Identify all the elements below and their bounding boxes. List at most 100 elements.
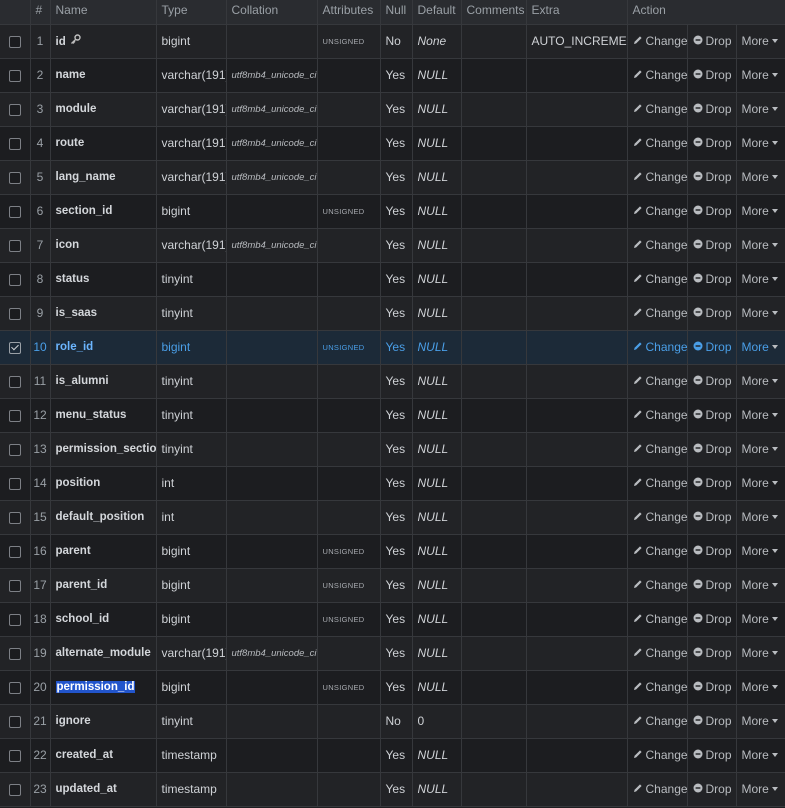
row-checkbox[interactable] (8, 103, 21, 116)
row-checkbox-cell[interactable] (0, 772, 31, 807)
row-checkbox-cell[interactable] (0, 636, 31, 671)
drop-button[interactable]: Drop (693, 714, 732, 728)
row-checkbox[interactable] (8, 477, 21, 490)
more-button[interactable]: More (742, 544, 778, 558)
row-checkbox[interactable] (8, 137, 21, 150)
row-checkbox[interactable] (8, 273, 21, 286)
header-default[interactable]: Default (412, 0, 462, 25)
row-checkbox[interactable] (8, 409, 21, 422)
drop-button[interactable]: Drop (693, 374, 732, 388)
drop-button[interactable]: Drop (693, 102, 732, 116)
header-extra[interactable]: Extra (526, 0, 628, 25)
more-button[interactable]: More (742, 612, 778, 626)
row-checkbox[interactable] (8, 579, 21, 592)
more-button[interactable]: More (742, 748, 778, 762)
drop-button[interactable]: Drop (693, 136, 732, 150)
row-checkbox[interactable] (8, 69, 21, 82)
drop-button[interactable]: Drop (693, 748, 732, 762)
drop-button[interactable]: Drop (693, 578, 732, 592)
drop-button[interactable]: Drop (693, 544, 732, 558)
table-row[interactable]: 9 is_saas tinyint Yes NULL Change Drop M… (0, 296, 785, 331)
more-button[interactable]: More (742, 306, 778, 320)
row-checkbox[interactable] (8, 375, 21, 388)
drop-button[interactable]: Drop (693, 306, 732, 320)
table-row[interactable]: 2 name varchar(191) utf8mb4_unicode_ci Y… (0, 58, 785, 93)
table-row[interactable]: 23 updated_at timestamp Yes NULL Change … (0, 772, 785, 807)
table-row[interactable]: 14 position int Yes NULL Change Drop Mor… (0, 466, 785, 501)
change-button[interactable]: Change (633, 442, 686, 456)
row-checkbox-cell[interactable] (0, 738, 31, 773)
change-button[interactable]: Change (633, 578, 686, 592)
row-checkbox[interactable] (8, 715, 21, 728)
drop-button[interactable]: Drop (693, 646, 732, 660)
drop-button[interactable]: Drop (693, 612, 732, 626)
row-checkbox-cell[interactable] (0, 58, 31, 93)
change-button[interactable]: Change (633, 680, 686, 694)
row-checkbox[interactable] (8, 35, 21, 48)
header-collation[interactable]: Collation (226, 0, 318, 25)
row-checkbox-cell[interactable] (0, 92, 31, 127)
header-comments[interactable]: Comments (461, 0, 527, 25)
table-row[interactable]: 19 alternate_module varchar(191) utf8mb4… (0, 636, 785, 671)
drop-button[interactable]: Drop (693, 442, 732, 456)
drop-button[interactable]: Drop (693, 272, 732, 286)
row-checkbox[interactable] (8, 749, 21, 762)
drop-button[interactable]: Drop (693, 340, 732, 354)
drop-button[interactable]: Drop (693, 782, 732, 796)
more-button[interactable]: More (742, 34, 778, 48)
row-checkbox-cell[interactable] (0, 364, 31, 399)
table-row[interactable]: 4 route varchar(191) utf8mb4_unicode_ci … (0, 126, 785, 161)
drop-button[interactable]: Drop (693, 170, 732, 184)
change-button[interactable]: Change (633, 34, 686, 48)
more-button[interactable]: More (742, 714, 778, 728)
more-button[interactable]: More (742, 442, 778, 456)
change-button[interactable]: Change (633, 102, 686, 116)
more-button[interactable]: More (742, 204, 778, 218)
table-row[interactable]: 18 school_id bigint UNSIGNED Yes NULL Ch… (0, 602, 785, 637)
change-button[interactable]: Change (633, 748, 686, 762)
row-checkbox-cell[interactable] (0, 194, 31, 229)
table-row[interactable]: 7 icon varchar(191) utf8mb4_unicode_ci Y… (0, 228, 785, 263)
change-button[interactable]: Change (633, 272, 686, 286)
more-button[interactable]: More (742, 238, 778, 252)
table-row[interactable]: 6 section_id bigint UNSIGNED Yes NULL Ch… (0, 194, 785, 229)
change-button[interactable]: Change (633, 714, 686, 728)
row-checkbox-cell[interactable] (0, 24, 31, 59)
more-button[interactable]: More (742, 782, 778, 796)
drop-button[interactable]: Drop (693, 238, 732, 252)
change-button[interactable]: Change (633, 340, 686, 354)
header-attributes[interactable]: Attributes (317, 0, 381, 25)
table-row[interactable]: 10 role_id bigint UNSIGNED Yes NULL Chan… (0, 330, 785, 365)
row-checkbox-cell[interactable] (0, 262, 31, 297)
change-button[interactable]: Change (633, 544, 686, 558)
drop-button[interactable]: Drop (693, 68, 732, 82)
more-button[interactable]: More (742, 68, 778, 82)
table-row[interactable]: 17 parent_id bigint UNSIGNED Yes NULL Ch… (0, 568, 785, 603)
row-checkbox-cell[interactable] (0, 398, 31, 433)
more-button[interactable]: More (742, 374, 778, 388)
drop-button[interactable]: Drop (693, 476, 732, 490)
more-button[interactable]: More (742, 340, 778, 354)
row-checkbox-cell[interactable] (0, 432, 31, 467)
row-checkbox-cell[interactable] (0, 568, 31, 603)
header-name[interactable]: Name (50, 0, 157, 25)
row-checkbox-cell[interactable] (0, 534, 31, 569)
row-checkbox-cell[interactable] (0, 330, 31, 365)
row-checkbox[interactable] (8, 511, 21, 524)
row-checkbox[interactable] (8, 307, 21, 320)
row-checkbox[interactable] (8, 783, 21, 796)
change-button[interactable]: Change (633, 782, 686, 796)
header-type[interactable]: Type (156, 0, 227, 25)
change-button[interactable]: Change (633, 646, 686, 660)
header-null[interactable]: Null (380, 0, 413, 25)
more-button[interactable]: More (742, 578, 778, 592)
row-checkbox-cell[interactable] (0, 228, 31, 263)
row-checkbox[interactable] (8, 613, 21, 626)
row-checkbox[interactable] (8, 681, 21, 694)
more-button[interactable]: More (742, 646, 778, 660)
row-checkbox-cell[interactable] (0, 602, 31, 637)
change-button[interactable]: Change (633, 306, 686, 320)
row-checkbox[interactable] (8, 239, 21, 252)
table-row[interactable]: 1 id bigint UNSIGNED No None AUTO_INCREM… (0, 24, 785, 59)
table-row[interactable]: 12 menu_status tinyint Yes NULL Change D… (0, 398, 785, 433)
